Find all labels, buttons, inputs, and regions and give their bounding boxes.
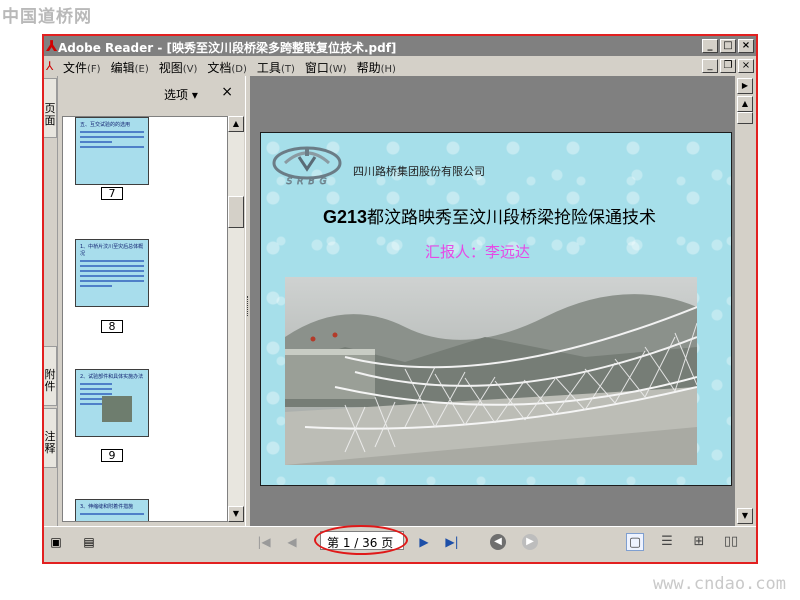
scroll-down-arrow-icon[interactable]: ▼	[228, 506, 244, 522]
prev-page-icon[interactable]: ◀	[284, 534, 300, 550]
options-menu[interactable]: 选项 ▾	[164, 86, 198, 103]
menu-document[interactable]: 文档(D)	[207, 59, 247, 76]
page-number-label: 9	[101, 449, 123, 462]
page-icon[interactable]: ▤	[82, 535, 96, 549]
document-window-controls: _ ❐ ×	[702, 59, 754, 73]
thumbnail-scrollbar[interactable]: ▲ ▼	[228, 116, 244, 522]
window-controls: _ □ ×	[702, 39, 754, 53]
last-page-icon[interactable]: ▶|	[444, 534, 460, 550]
status-bar: ▣ ▤ |◀ ◀ 第 1 / 36 页 ▶ ▶| ◀ ▶ ▢ ☰ ⊞ ▯▯	[44, 525, 756, 562]
reporter-line: 汇报人：李远达	[425, 243, 531, 261]
page-thumbnail-8[interactable]: 1、中桥片汶川至灾后总体概况	[75, 239, 149, 307]
document-scrollbar[interactable]: ▶ ▲ ▼	[735, 76, 756, 526]
scroll-thumb[interactable]	[228, 196, 244, 228]
menu-bar: ⅄ 文件(F) 编辑(E) 视图(V) 文档(D) 工具(T) 窗口(W) 帮助…	[44, 56, 756, 76]
scroll-thumb[interactable]	[737, 112, 753, 124]
slide-page: SRBG 四川路桥集团股份有限公司 G213都汶路映秀至汶川段桥梁抢险保通技术 …	[260, 132, 732, 486]
pdf-document-icon: ⅄	[46, 59, 54, 73]
tab-pages[interactable]: 页面	[44, 78, 57, 138]
page-number-label: 7	[101, 187, 123, 200]
menu-view[interactable]: 视图(V)	[159, 59, 198, 76]
screen-icon[interactable]: ▣	[49, 535, 63, 549]
minimize-button[interactable]: _	[702, 39, 718, 53]
tab-comments[interactable]: 注释	[44, 408, 57, 468]
scroll-up-arrow-icon[interactable]: ▲	[228, 116, 244, 132]
facing-icon[interactable]: ⊞	[690, 533, 708, 551]
site-logo-text: 中国道桥网	[2, 7, 92, 27]
window-title: Adobe Reader - [映秀至汶川段桥梁多跨整联复位技术.pdf]	[58, 41, 397, 55]
panel-close-button[interactable]: ×	[221, 84, 233, 100]
company-logo-letters: SRBG	[286, 177, 331, 185]
bridge-photo	[285, 277, 697, 465]
doc-minimize-button[interactable]: _	[702, 59, 718, 73]
first-page-icon[interactable]: |◀	[256, 534, 272, 550]
tab-attachments[interactable]: 附件	[44, 346, 57, 406]
next-page-icon[interactable]: ▶	[416, 534, 432, 550]
scroll-up-arrow-icon[interactable]: ▲	[737, 96, 753, 112]
reader-window: ⅄ Adobe Reader - [映秀至汶川段桥梁多跨整联复位技术.pdf] …	[42, 34, 758, 564]
single-page-icon[interactable]: ▢	[626, 533, 644, 551]
page-thumbnail-9[interactable]: 2、试验部件和具体实施办法	[75, 369, 149, 437]
doc-restore-button[interactable]: ❐	[720, 59, 736, 73]
menu-help[interactable]: 帮助(H)	[357, 59, 396, 76]
maximize-button[interactable]: □	[720, 39, 736, 53]
menu-edit[interactable]: 编辑(E)	[111, 59, 149, 76]
adobe-reader-icon: ⅄	[46, 37, 58, 55]
page-number-label: 8	[101, 320, 123, 333]
doc-menu-arrow-icon[interactable]: ▶	[737, 78, 753, 94]
menu-file[interactable]: 文件(F)	[63, 59, 101, 76]
thumbnail-list: 五、互交试验的的选用 7 1、中桥片汶川至灾后总体概况 8 2、试验部件和具体实…	[62, 116, 228, 522]
continuous-icon[interactable]: ☰	[658, 533, 676, 551]
doc-close-button[interactable]: ×	[738, 59, 754, 73]
page-thumbnail-10[interactable]: 3、伸缩缝和附着件措施	[75, 499, 149, 521]
menu-window[interactable]: 窗口(W)	[305, 59, 347, 76]
document-view: SRBG 四川路桥集团股份有限公司 G213都汶路映秀至汶川段桥梁抢险保通技术 …	[251, 76, 735, 526]
scroll-down-arrow-icon[interactable]: ▼	[737, 508, 753, 524]
page-thumbnail-7[interactable]: 五、互交试验的的选用	[75, 117, 149, 185]
panel-header: 选项 ▾ ×	[59, 76, 245, 108]
company-name: 四川路桥集团股份有限公司	[353, 165, 485, 178]
navigation-tabs: 页面 附件 注释	[44, 76, 58, 526]
forward-icon[interactable]: ▶	[522, 534, 538, 550]
continuous-facing-icon[interactable]: ▯▯	[722, 533, 740, 551]
site-url-text: www.cndao.com	[652, 574, 786, 594]
thumbnail-photo	[102, 396, 132, 422]
close-button[interactable]: ×	[738, 39, 754, 53]
menu-tools[interactable]: 工具(T)	[257, 59, 295, 76]
slide-title: G213都汶路映秀至汶川段桥梁抢险保通技术	[323, 207, 657, 228]
pages-panel: 选项 ▾ × 五、互交试验的的选用 7 1、中桥片汶川至灾后总体概况 8 2、试…	[59, 76, 245, 526]
highlight-oval	[314, 525, 408, 555]
back-icon[interactable]: ◀	[490, 534, 506, 550]
svg-text:SRBG: SRBG	[286, 177, 331, 185]
title-bar[interactable]: ⅄ Adobe Reader - [映秀至汶川段桥梁多跨整联复位技术.pdf] …	[44, 36, 756, 56]
